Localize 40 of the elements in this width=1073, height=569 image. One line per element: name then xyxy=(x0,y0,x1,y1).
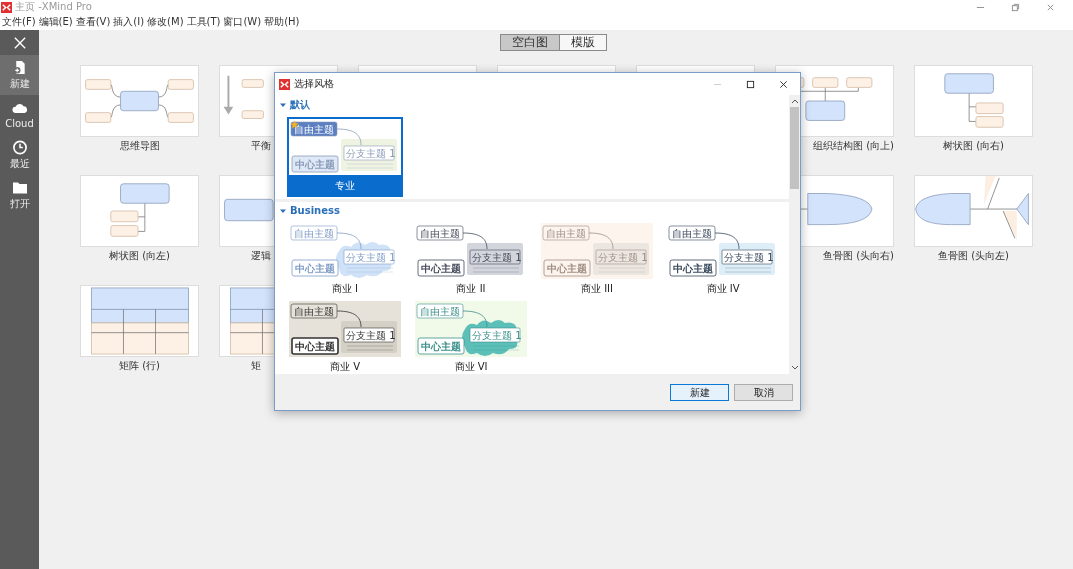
style-label: 商业 VI xyxy=(454,360,488,374)
template-label: 组织结构图 (向上) xyxy=(813,139,894,153)
style-label: 商业 IV xyxy=(706,282,740,296)
template-label: 逻辑 xyxy=(251,249,271,263)
branch-topic-text: 分支主题 1 xyxy=(346,148,396,159)
template-label: 矩 xyxy=(251,359,261,373)
dialog-title: 选择风格 xyxy=(294,77,334,91)
style-label: 商业 I xyxy=(331,282,359,296)
branch-topic-text: 分支主题 1 xyxy=(346,330,396,341)
central-topic-text: 中心主题 xyxy=(295,341,335,352)
floating-topic-text: 自由主题 xyxy=(294,228,334,239)
branch-topic-text: 分支主题 1 xyxy=(598,252,648,263)
template-label: 鱼骨图 (头向左) xyxy=(937,249,1010,263)
branch-topic-text: 分支主题 1 xyxy=(472,330,522,341)
floating-topic-text: 自由主题 xyxy=(672,228,712,239)
template-label: 平衡 xyxy=(251,139,271,153)
central-topic-text: 中心主题 xyxy=(547,263,587,274)
window-title: 主页 -XMind Pro xyxy=(15,0,92,14)
template-label: 树状图 (向左) xyxy=(108,249,171,263)
style-label: 专业 xyxy=(335,179,355,193)
floating-topic-text: 自由主题 xyxy=(294,124,334,135)
central-topic-text: 中心主题 xyxy=(421,341,461,352)
template-label: 鱼骨图 (头向右) xyxy=(823,249,894,263)
style-label: 商业 III xyxy=(581,282,613,296)
branch-topic-text: 分支主题 1 xyxy=(724,252,774,263)
template-label: 思维导图 xyxy=(118,139,161,153)
floating-topic-text: 自由主题 xyxy=(294,306,334,317)
floating-topic-text: 自由主题 xyxy=(420,306,460,317)
template-label: 矩阵 (行) xyxy=(118,359,161,373)
style-label: 商业 II xyxy=(456,282,486,296)
style-label: 商业 V xyxy=(330,360,360,374)
branch-topic-text: 分支主题 1 xyxy=(346,252,396,263)
floating-topic-text: 自由主题 xyxy=(420,228,460,239)
central-topic-text: 中心主题 xyxy=(673,263,713,274)
central-topic-text: 中心主题 xyxy=(421,263,461,274)
template-label: 树状图 (向右) xyxy=(942,139,1005,153)
central-topic-text: 中心主题 xyxy=(295,159,335,170)
branch-topic-text: 分支主题 1 xyxy=(472,252,522,263)
central-topic-text: 中心主题 xyxy=(295,263,335,274)
floating-topic-text: 自由主题 xyxy=(546,228,586,239)
